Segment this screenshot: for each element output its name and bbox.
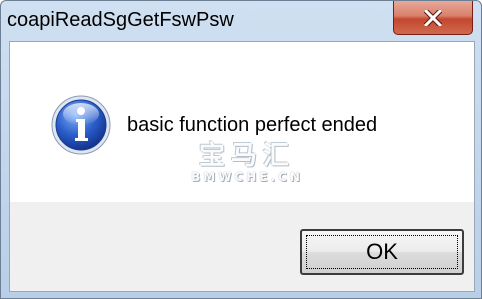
watermark-text: BMWCHE.CN — [191, 170, 303, 184]
watermark: 宝马汇 BMWCHE.CN — [182, 142, 312, 190]
ok-button-label: OK — [366, 239, 398, 264]
message-text: basic function perfect ended — [127, 114, 378, 136]
dialog-window: coapiReadSgGetFswPsw basic function perf… — [0, 0, 482, 299]
close-button[interactable] — [393, 1, 473, 35]
dialog-client-area: basic function perfect ended 宝马汇 BMWCHE.… — [9, 41, 475, 292]
button-area: OK — [10, 202, 474, 291]
title-bar[interactable]: coapiReadSgGetFswPsw — [1, 1, 481, 41]
message-area: basic function perfect ended 宝马汇 BMWCHE.… — [10, 42, 474, 202]
ok-button[interactable]: OK — [300, 229, 464, 275]
watermark-logo: 宝马汇 — [198, 141, 295, 171]
window-title: coapiReadSgGetFswPsw — [7, 9, 234, 31]
close-icon — [424, 9, 442, 26]
information-icon — [50, 94, 112, 156]
